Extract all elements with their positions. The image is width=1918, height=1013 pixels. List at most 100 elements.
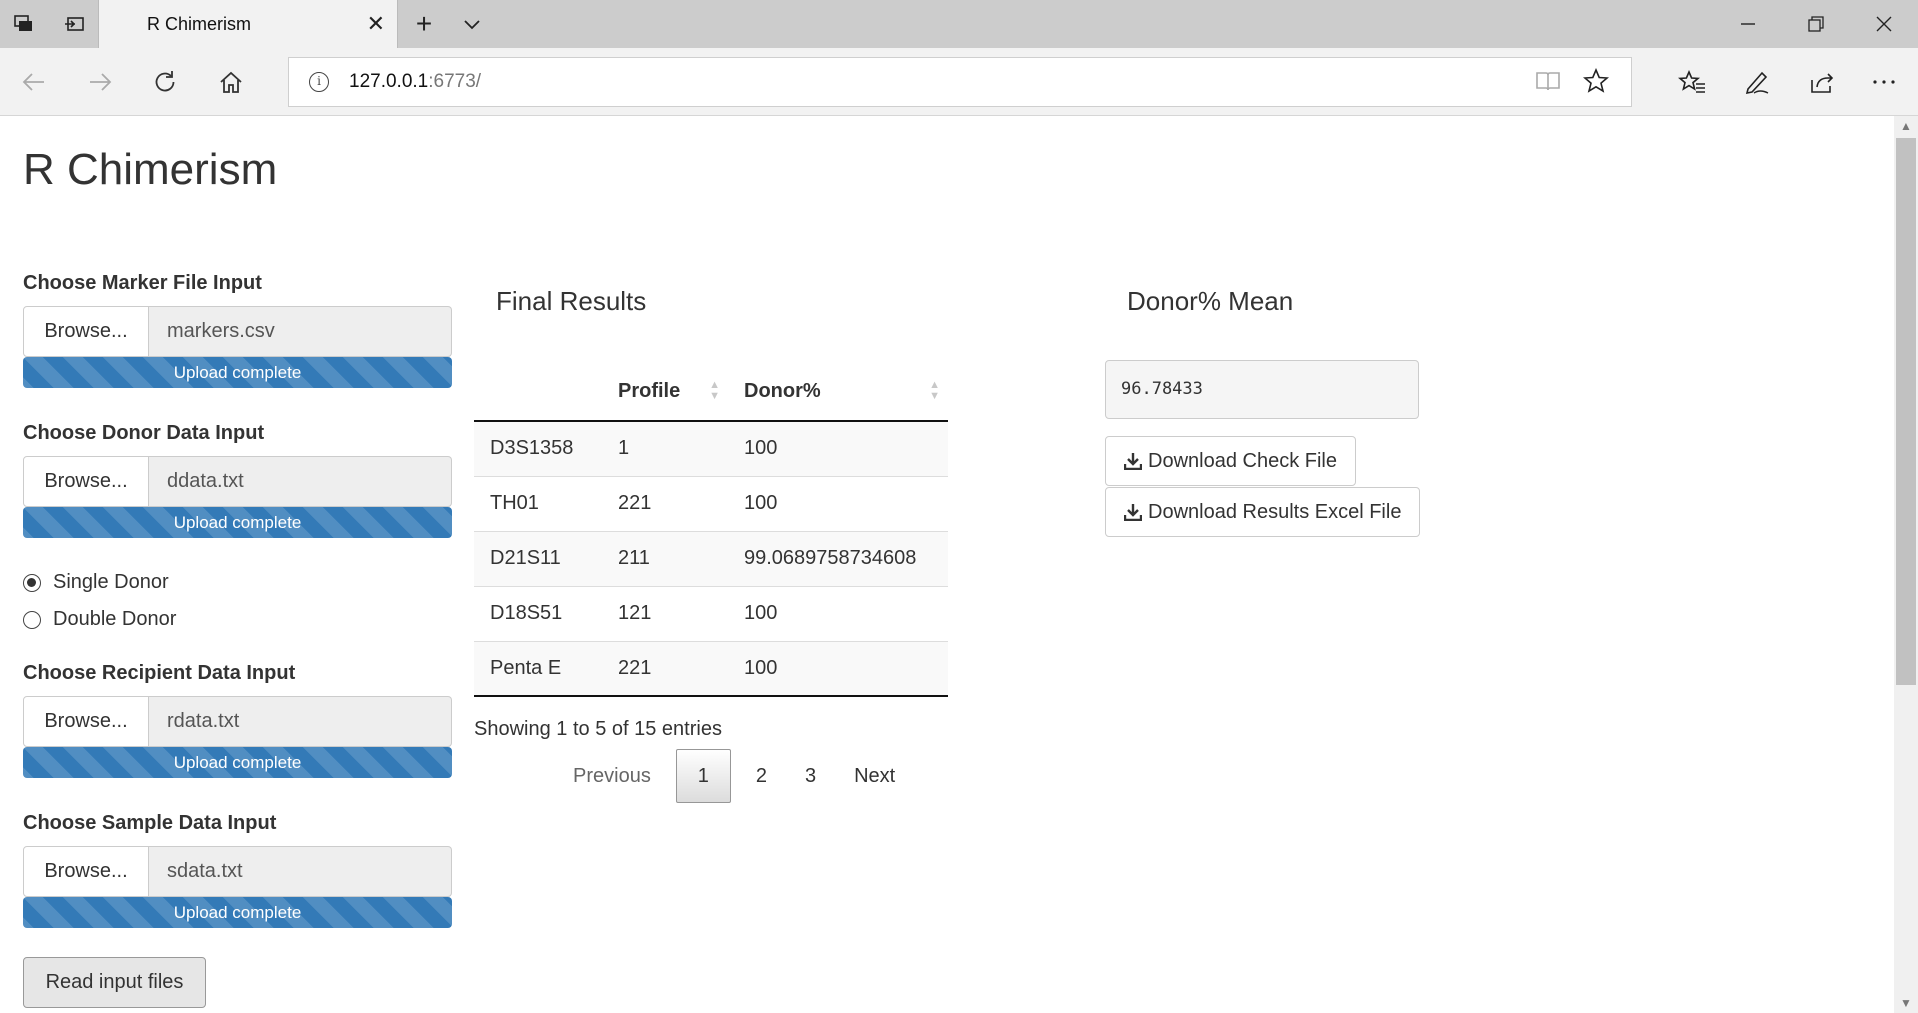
- pagination-page-1[interactable]: 1: [675, 749, 731, 803]
- info-icon[interactable]: i: [309, 72, 329, 92]
- close-icon[interactable]: ✕: [367, 11, 385, 37]
- radio-label: Single Donor: [53, 571, 169, 593]
- download-check-file-button[interactable]: Download Check File: [1105, 436, 1356, 486]
- recipient-upload-progress: Upload complete: [23, 747, 452, 778]
- radio-unchecked-icon[interactable]: [23, 610, 41, 629]
- minimize-icon[interactable]: [1714, 0, 1782, 48]
- scroll-up-icon[interactable]: ▲: [1894, 116, 1918, 136]
- page-title: R Chimerism: [23, 145, 278, 194]
- page-scrollbar[interactable]: ▲ ▼: [1894, 116, 1918, 1013]
- sort-icon[interactable]: ▲ ▼: [929, 380, 940, 402]
- tab-title: R Chimerism: [147, 14, 252, 34]
- results-table: Profile ▲ ▼ Donor% ▲ ▼ D3S1358 1 100 TH01 …: [474, 362, 948, 697]
- forward-icon[interactable]: [82, 64, 118, 100]
- refresh-icon[interactable]: [147, 64, 183, 100]
- nav-bar: i 127.0.0.1:6773/: [0, 48, 1918, 116]
- table-row: TH01 221 100: [474, 475, 948, 531]
- table-cell: 100: [728, 475, 948, 531]
- table-header-row: Profile ▲ ▼ Donor% ▲ ▼: [474, 362, 948, 422]
- table-cell: D18S51: [474, 585, 602, 641]
- radio-single-donor[interactable]: Single Donor: [23, 564, 452, 601]
- donor-browse-button[interactable]: Browse...: [23, 456, 149, 507]
- results-title: Final Results: [496, 286, 647, 316]
- sample-upload-progress: Upload complete: [23, 897, 452, 928]
- table-cell: 221: [602, 640, 728, 697]
- download-results-excel-button[interactable]: Download Results Excel File: [1105, 487, 1421, 537]
- read-input-files-button[interactable]: Read input files: [23, 957, 206, 1008]
- favorites-icon[interactable]: [1674, 64, 1710, 100]
- reading-view-icon[interactable]: [1535, 70, 1561, 98]
- donor-type-radio-group: Single Donor Double Donor: [23, 564, 452, 638]
- table-info-text: Showing 1 to 5 of 15 entries: [474, 718, 722, 740]
- donor-file-label: Choose Donor Data Input: [23, 422, 265, 444]
- close-window-icon[interactable]: [1850, 0, 1918, 48]
- download-results-label: Download Results Excel File: [1148, 500, 1402, 523]
- column-header-marker: [474, 362, 602, 422]
- plus-icon[interactable]: +: [408, 8, 440, 40]
- favorite-star-icon[interactable]: [1583, 67, 1609, 101]
- marker-file-input: Choose Marker File Input Browse... marke…: [23, 272, 452, 388]
- set-aside-tabs-icon[interactable]: [50, 0, 98, 48]
- download-icon: [1124, 452, 1142, 470]
- sidebar-panel: Choose Marker File Input Browse... marke…: [23, 272, 452, 928]
- pen-icon[interactable]: [1739, 64, 1775, 100]
- sample-file-input: Choose Sample Data Input Browse... sdata…: [23, 812, 452, 928]
- table-cell: Penta E: [474, 640, 602, 697]
- scrollbar-thumb[interactable]: [1896, 138, 1916, 685]
- donor-file-name: ddata.txt: [149, 456, 452, 507]
- table-cell: 100: [728, 585, 948, 641]
- download-check-label: Download Check File: [1148, 449, 1337, 472]
- marker-file-label: Choose Marker File Input: [23, 272, 262, 294]
- recipient-browse-button[interactable]: Browse...: [23, 696, 149, 747]
- scroll-down-icon[interactable]: ▼: [1894, 993, 1918, 1013]
- donor-upload-progress: Upload complete: [23, 507, 452, 538]
- donor-file-input: Choose Donor Data Input Browse... ddata.…: [23, 422, 452, 538]
- column-header-donor-percent[interactable]: Donor% ▲ ▼: [728, 362, 948, 422]
- pagination-page-2[interactable]: 2: [737, 749, 786, 803]
- back-icon[interactable]: [16, 64, 52, 100]
- marker-file-name: markers.csv: [149, 306, 452, 357]
- sample-file-name: sdata.txt: [149, 846, 452, 897]
- table-cell: 121: [602, 585, 728, 641]
- donor-mean-value: 96.78433: [1105, 360, 1419, 419]
- table-cell: 1: [602, 421, 728, 476]
- sort-icon[interactable]: ▲ ▼: [709, 380, 720, 402]
- pagination-previous[interactable]: Previous: [554, 749, 670, 803]
- marker-upload-progress: Upload complete: [23, 357, 452, 388]
- address-bar[interactable]: i 127.0.0.1:6773/: [288, 57, 1632, 107]
- radio-checked-icon[interactable]: [23, 573, 41, 592]
- pagination-page-3[interactable]: 3: [786, 749, 835, 803]
- browser-tab[interactable]: R Chimerism ✕: [98, 0, 398, 48]
- table-row: D21S11 211 99.0689758734608: [474, 530, 948, 586]
- table-row: Penta E 221 100: [474, 640, 948, 697]
- table-row: D3S1358 1 100: [474, 421, 948, 476]
- table-cell: TH01: [474, 475, 602, 531]
- recipient-file-name: rdata.txt: [149, 696, 452, 747]
- pagination-next[interactable]: Next: [835, 749, 914, 803]
- column-header-profile[interactable]: Profile ▲ ▼: [602, 362, 728, 422]
- table-cell: 211: [602, 530, 728, 586]
- radio-double-donor[interactable]: Double Donor: [23, 601, 452, 638]
- table-row: D18S51 121 100: [474, 585, 948, 641]
- pagination: Previous 1 2 3 Next: [554, 749, 914, 803]
- marker-browse-button[interactable]: Browse...: [23, 306, 149, 357]
- recipient-file-input: Choose Recipient Data Input Browse... rd…: [23, 662, 452, 778]
- recipient-file-label: Choose Recipient Data Input: [23, 662, 296, 684]
- table-cell: 100: [728, 640, 948, 697]
- table-cell: 99.0689758734608: [728, 530, 948, 586]
- more-icon[interactable]: [1866, 64, 1902, 100]
- share-icon[interactable]: [1804, 64, 1840, 100]
- chevron-down-icon[interactable]: [456, 8, 488, 40]
- restore-icon[interactable]: [1782, 0, 1850, 48]
- table-cell: D21S11: [474, 530, 602, 586]
- tab-manager-icon[interactable]: [0, 0, 48, 48]
- donor-mean-title: Donor% Mean: [1127, 286, 1294, 316]
- sample-file-label: Choose Sample Data Input: [23, 812, 277, 834]
- table-cell: 100: [728, 421, 948, 476]
- download-icon: [1124, 503, 1142, 521]
- tab-bar: R Chimerism ✕ +: [0, 0, 1918, 48]
- home-icon[interactable]: [213, 64, 249, 100]
- radio-label: Double Donor: [53, 608, 177, 630]
- url-text: 127.0.0.1:6773/: [349, 71, 482, 92]
- sample-browse-button[interactable]: Browse...: [23, 846, 149, 897]
